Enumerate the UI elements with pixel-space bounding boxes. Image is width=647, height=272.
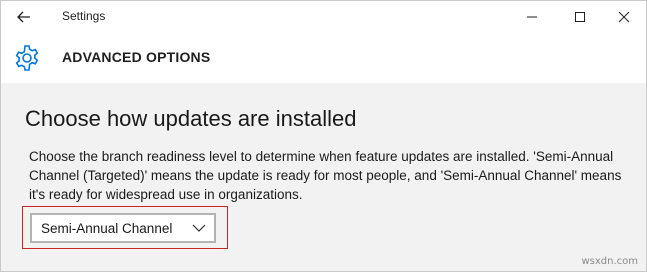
close-icon	[618, 11, 630, 23]
back-arrow-icon	[17, 11, 30, 23]
window-title: Settings	[62, 9, 106, 23]
gear-icon	[15, 45, 39, 71]
minimize-button[interactable]	[509, 1, 555, 33]
page-header: ADVANCED OPTIONS	[1, 33, 646, 83]
chevron-down-icon	[192, 224, 206, 232]
page-title: ADVANCED OPTIONS	[62, 49, 211, 65]
maximize-icon	[575, 12, 585, 22]
title-bar: Settings	[1, 1, 646, 33]
settings-window: Settings ADVANCED OPTIONS Choose how upd…	[0, 0, 647, 272]
dropdown-selected-value: Semi-Annual Channel	[41, 220, 173, 236]
minimize-icon	[527, 16, 537, 18]
close-button[interactable]	[601, 1, 646, 33]
maximize-button[interactable]	[557, 1, 603, 33]
content-area: Choose how updates are installed Choose …	[1, 83, 646, 271]
section-description: Choose the branch readiness level to det…	[29, 149, 622, 202]
section-heading: Choose how updates are installed	[25, 106, 357, 131]
branch-readiness-dropdown[interactable]: Semi-Annual Channel	[30, 213, 216, 243]
back-button[interactable]	[9, 3, 39, 31]
watermark: wsxdn.com	[581, 256, 638, 267]
